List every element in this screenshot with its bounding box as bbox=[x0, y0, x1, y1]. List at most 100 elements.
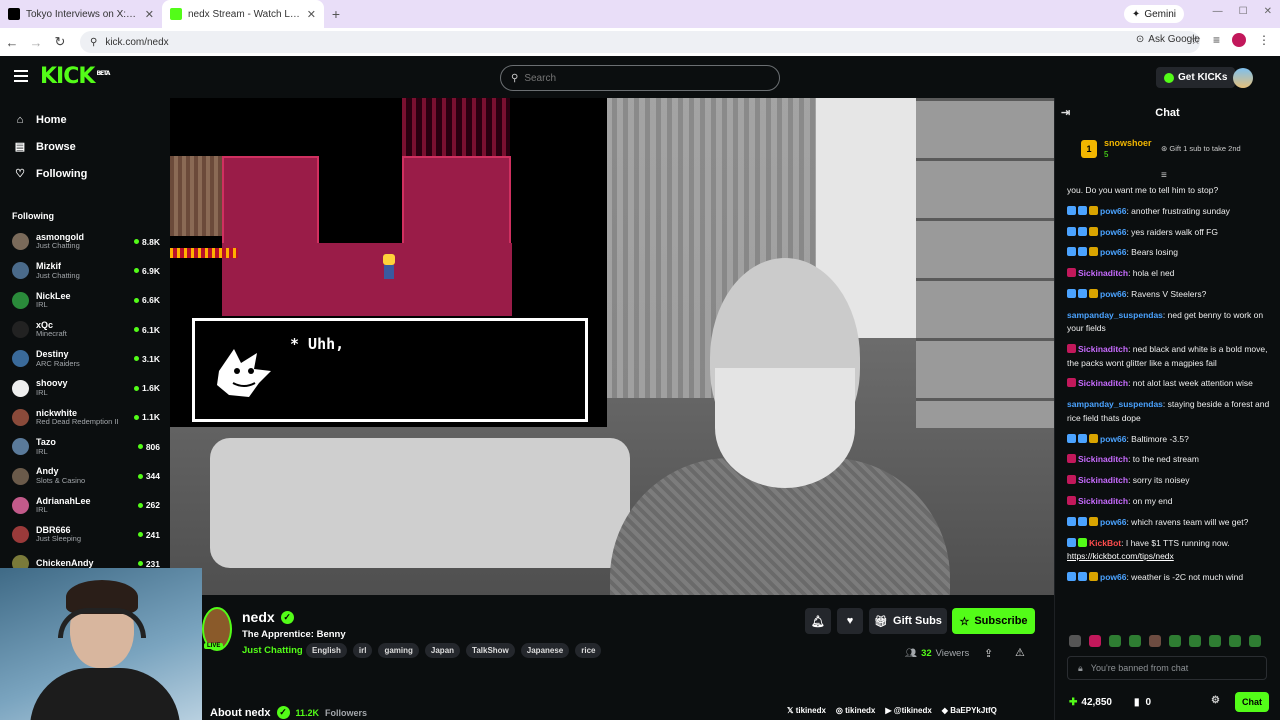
close-tab-icon[interactable]: ✕ bbox=[145, 8, 154, 21]
chat-username[interactable]: Sickinaditch bbox=[1078, 454, 1128, 464]
chat-username[interactable]: pow66 bbox=[1100, 227, 1126, 237]
live-dot-icon bbox=[134, 356, 140, 362]
emote-icon[interactable] bbox=[1249, 635, 1261, 647]
tag-japan[interactable]: Japan bbox=[424, 643, 461, 658]
emote-icon[interactable] bbox=[1189, 635, 1201, 647]
emote-icon[interactable] bbox=[1109, 635, 1121, 647]
channel-viewers: 241 bbox=[137, 530, 160, 540]
chat-settings-icon[interactable]: ⚙ bbox=[1211, 695, 1220, 706]
social-link[interactable]: ◆ BaEPYkJtfQ bbox=[942, 706, 997, 715]
channel-name: AdrianahLee bbox=[36, 495, 91, 506]
collapse-chat-icon[interactable]: ⇥ bbox=[1061, 106, 1070, 119]
sidebar-item-home[interactable]: ⌂ Home bbox=[0, 106, 170, 133]
search-input[interactable] bbox=[524, 72, 745, 84]
following-channel-item[interactable]: asmongold Just Chatting 8.8K bbox=[0, 227, 170, 256]
user-avatar[interactable] bbox=[1233, 68, 1253, 88]
gift-leaderboard[interactable]: 1 snowshoer 5 ⊛ Gift 1 sub to take 2nd bbox=[1077, 138, 1277, 166]
following-channel-item[interactable]: Tazo IRL 806 bbox=[0, 432, 170, 461]
chat-username[interactable]: Sickinaditch bbox=[1078, 268, 1128, 278]
tab-search-icon[interactable]: ≡ bbox=[1213, 33, 1220, 47]
channel-viewers: 1.6K bbox=[134, 383, 160, 393]
chat-username[interactable]: pow66 bbox=[1100, 572, 1126, 582]
streamer-name[interactable]: nedx bbox=[242, 609, 275, 625]
browser-tab-twitter[interactable]: Tokyo Interviews on X: "@callin ✕ bbox=[0, 0, 162, 28]
subscribe-button[interactable]: ☆ Subscribe bbox=[952, 608, 1035, 634]
tag-english[interactable]: English bbox=[306, 643, 347, 658]
emote-icon[interactable] bbox=[1209, 635, 1221, 647]
viewer-count: 👥︎ 32 Viewers bbox=[905, 648, 970, 659]
chat-username[interactable]: pow66 bbox=[1100, 206, 1126, 216]
maximize-icon[interactable]: ☐ bbox=[1239, 6, 1248, 17]
chat-username[interactable]: sampanday_suspendas bbox=[1067, 399, 1163, 409]
site-info-icon[interactable]: ⚲ bbox=[90, 37, 97, 48]
emote-icon[interactable] bbox=[1169, 635, 1181, 647]
emote-icon[interactable] bbox=[1129, 635, 1141, 647]
chat-message: pow66: which ravens team will we get? bbox=[1067, 516, 1273, 530]
browser-menu-icon[interactable]: ⋮ bbox=[1258, 33, 1270, 47]
stream-category[interactable]: Just Chatting bbox=[242, 645, 303, 656]
bookmark-star-icon[interactable]: ☆ bbox=[1190, 33, 1201, 47]
close-tab-icon[interactable]: ✕ bbox=[307, 8, 316, 21]
tag-talkshow[interactable]: TalkShow bbox=[466, 643, 515, 658]
avatar bbox=[12, 350, 29, 368]
report-icon[interactable]: ⚠ bbox=[1015, 646, 1025, 659]
minimize-icon[interactable]: — bbox=[1213, 6, 1223, 17]
notifications-button[interactable]: 🔔︎ bbox=[805, 608, 831, 634]
chat-username[interactable]: Sickinaditch bbox=[1078, 378, 1128, 388]
tag-japanese[interactable]: Japanese bbox=[520, 643, 570, 658]
browser-tab-kick[interactable]: nedx Stream - Watch Live o ✕ bbox=[162, 0, 324, 28]
gift-subs-button[interactable]: 🎁︎ Gift Subs bbox=[869, 608, 947, 634]
new-tab-button[interactable]: + bbox=[324, 0, 348, 28]
forward-icon[interactable]: → bbox=[24, 35, 48, 50]
following-channel-item[interactable]: AdrianahLee IRL 262 bbox=[0, 491, 170, 520]
chat-username[interactable]: pow66 bbox=[1100, 247, 1126, 257]
chat-username[interactable]: pow66 bbox=[1100, 289, 1126, 299]
search-bar[interactable]: ⚲ bbox=[500, 65, 780, 91]
get-kicks-button[interactable]: Get KICKs bbox=[1156, 67, 1236, 88]
following-channel-item[interactable]: shoovy IRL 1.6K bbox=[0, 373, 170, 402]
chat-text: : I have $1 TTS running now. bbox=[1121, 537, 1230, 548]
chat-username[interactable]: sampanday_suspendas bbox=[1067, 310, 1163, 320]
profile-avatar-icon[interactable] bbox=[1232, 33, 1246, 47]
emote-icon[interactable] bbox=[1229, 635, 1241, 647]
following-channel-item[interactable]: DBR666 Just Sleeping 241 bbox=[0, 520, 170, 549]
following-channel-item[interactable]: NickLee IRL 6.6K bbox=[0, 286, 170, 315]
share-icon[interactable]: ⇪ bbox=[984, 647, 993, 660]
chat-text: : Baltimore -3.5? bbox=[1126, 433, 1189, 444]
chat-username[interactable]: Sickinaditch bbox=[1078, 496, 1128, 506]
following-channel-item[interactable]: Mizkif Just Chatting 6.9K bbox=[0, 256, 170, 285]
tag-gaming[interactable]: gaming bbox=[378, 643, 419, 658]
following-channel-item[interactable]: ChickenAndy 231 bbox=[0, 549, 170, 568]
follow-button[interactable]: ♥ bbox=[837, 608, 863, 634]
sidebar-item-browse[interactable]: ▤ Browse bbox=[0, 133, 170, 160]
chat-username[interactable]: KickBot bbox=[1089, 538, 1121, 548]
chat-link[interactable]: https://kickbot.com/tips/nedx bbox=[1067, 551, 1174, 561]
menu-icon[interactable] bbox=[14, 70, 28, 82]
following-channel-item[interactable]: nickwhite Red Dead Redemption II 1.1K bbox=[0, 403, 170, 432]
chat-username[interactable]: pow66 bbox=[1100, 434, 1126, 444]
emote-icon[interactable] bbox=[1089, 635, 1101, 647]
chat-username[interactable]: Sickinaditch bbox=[1078, 475, 1128, 485]
kick-logo[interactable]: KICK BETA bbox=[40, 64, 110, 89]
tag-rice[interactable]: rice bbox=[575, 643, 602, 658]
following-channel-item[interactable]: Andy Slots & Casino 344 bbox=[0, 461, 170, 490]
channel-points[interactable]: ✚ 42,850 bbox=[1069, 697, 1112, 708]
social-link[interactable]: 𝕏 tikinedx bbox=[787, 706, 826, 715]
following-channel-item[interactable]: xQc Minecraft 6.1K bbox=[0, 315, 170, 344]
chat-username[interactable]: Sickinaditch bbox=[1078, 344, 1128, 354]
emote-icon[interactable] bbox=[1069, 635, 1081, 647]
gemini-button[interactable]: ✦ Gemini bbox=[1123, 5, 1184, 23]
reload-icon[interactable]: ↻ bbox=[48, 34, 72, 50]
back-icon[interactable]: ← bbox=[0, 35, 24, 50]
emote-icon[interactable] bbox=[1149, 635, 1161, 647]
chat-username[interactable]: pow66 bbox=[1100, 517, 1126, 527]
send-chat-button[interactable]: Chat bbox=[1235, 692, 1269, 712]
url-field[interactable]: ⚲ kick.com/nedx bbox=[80, 31, 1200, 53]
tag-irl[interactable]: irl bbox=[352, 643, 373, 658]
close-window-icon[interactable]: ✕ bbox=[1264, 6, 1272, 17]
following-channel-item[interactable]: Destiny ARC Raiders 3.1K bbox=[0, 344, 170, 373]
social-link[interactable]: ▶ @tikinedx bbox=[885, 706, 931, 715]
expand-pinned-icon[interactable]: ≡ bbox=[1161, 170, 1167, 181]
sidebar-item-following[interactable]: ♡ Following bbox=[0, 160, 170, 187]
social-link[interactable]: ◎ tikinedx bbox=[836, 706, 875, 715]
